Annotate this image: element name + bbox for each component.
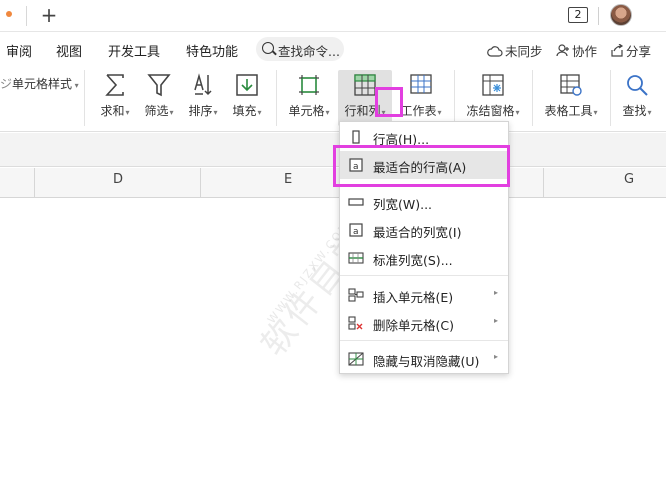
freeze-panes-label: 冻结窗格 xyxy=(466,104,515,118)
collaborate-icon xyxy=(556,44,569,57)
column-header-d[interactable]: D xyxy=(113,172,123,187)
insert-cells-icon xyxy=(348,288,364,302)
worksheet-label: 工作表 xyxy=(400,104,437,118)
title-divider xyxy=(598,7,599,25)
menu-item-label: 删除单元格(C) xyxy=(373,318,454,333)
column-divider xyxy=(200,168,201,198)
search-icon xyxy=(262,42,274,54)
cloud-sync-icon xyxy=(487,46,503,57)
sort-icon xyxy=(194,73,212,96)
ribbon-divider xyxy=(84,70,85,126)
highlight-box-autofit-row-height xyxy=(333,145,510,187)
filter-icon xyxy=(147,74,171,97)
fill-button[interactable]: 填充▾ xyxy=(226,70,268,126)
menu-item-label: 列宽(W)... xyxy=(373,197,433,212)
command-search-input[interactable]: 查找命令... xyxy=(256,37,344,61)
filter-label: 筛选 xyxy=(144,104,169,118)
column-width-icon xyxy=(348,198,364,206)
menu-divider xyxy=(340,275,508,276)
sync-status-button[interactable]: 未同步 xyxy=(487,41,543,60)
title-bar: + 2 xyxy=(0,0,666,32)
tab-divider xyxy=(26,6,27,26)
new-tab-button[interactable]: + xyxy=(38,3,60,27)
ribbon-divider xyxy=(454,70,455,126)
worksheet-grid[interactable] xyxy=(0,199,666,504)
worksheet-icon xyxy=(410,74,432,94)
cell-label: 单元格 xyxy=(288,104,325,118)
avatar[interactable] xyxy=(610,4,632,26)
menu-item-autofit-column-width[interactable]: a 最适合的列宽(I) xyxy=(340,216,508,244)
find-icon xyxy=(627,75,648,96)
share-label: 分享 xyxy=(626,44,652,59)
menu-divider xyxy=(340,340,508,341)
sync-status-label: 未同步 xyxy=(505,44,543,59)
menu-item-insert-cells[interactable]: 插入单元格(E) ▸ xyxy=(340,281,508,309)
sum-label: 求和 xyxy=(100,104,125,118)
column-header-e[interactable]: E xyxy=(284,172,292,187)
freeze-panes-button[interactable]: 冻结窗格▾ xyxy=(462,70,524,126)
fill-label: 填充 xyxy=(232,104,257,118)
tab-modified-dot-icon xyxy=(6,11,12,17)
find-button[interactable]: 查找▾ xyxy=(616,70,658,126)
sum-icon xyxy=(105,74,124,96)
column-header-g[interactable]: G xyxy=(624,172,634,187)
cell-icon xyxy=(299,75,319,95)
menu-item-label: 隐藏与取消隐藏(U) xyxy=(373,354,480,369)
menu-item-label: 标准列宽(S)... xyxy=(373,253,453,268)
menu-item-label: 最适合的列宽(I) xyxy=(373,225,462,240)
menu-item-hide-unhide[interactable]: 隐藏与取消隐藏(U) ▸ xyxy=(340,345,508,373)
fill-icon xyxy=(236,74,258,96)
share-icon xyxy=(611,43,624,57)
row-height-icon xyxy=(352,130,360,144)
delete-cells-icon xyxy=(348,316,363,330)
menu-item-column-width[interactable]: 列宽(W)... xyxy=(340,188,508,216)
table-tools-button[interactable]: 表格工具▾ xyxy=(540,70,602,126)
ribbon-divider xyxy=(532,70,533,126)
command-search-placeholder: 查找命令... xyxy=(278,44,340,59)
filter-button[interactable]: 筛选▾ xyxy=(138,70,180,126)
cell-style-button[interactable]: ジ单元格样式 ▾ xyxy=(0,75,79,92)
hide-unhide-icon xyxy=(348,352,364,366)
sort-label: 排序 xyxy=(188,104,213,118)
sum-button[interactable]: 求和▾ xyxy=(94,70,136,126)
collaborate-label: 协作 xyxy=(572,44,598,59)
submenu-arrow-icon: ▸ xyxy=(493,316,498,325)
menu-special-features[interactable]: 特色功能 xyxy=(186,41,238,60)
collaborate-button[interactable]: 协作 xyxy=(556,41,597,60)
find-label: 查找 xyxy=(622,104,647,118)
freeze-panes-icon xyxy=(482,74,504,96)
worksheet-button[interactable]: 工作表▾ xyxy=(396,70,446,126)
cell-button[interactable]: 单元格▾ xyxy=(284,70,334,126)
cell-style-label: 单元格样式 xyxy=(12,77,73,91)
column-divider xyxy=(543,168,544,198)
ribbon-divider xyxy=(276,70,277,126)
share-button[interactable]: 分享 xyxy=(610,41,651,60)
sort-button[interactable]: 排序▾ xyxy=(182,70,224,126)
menu-item-delete-cells[interactable]: 删除单元格(C) ▸ xyxy=(340,309,508,337)
submenu-arrow-icon: ▸ xyxy=(493,352,498,361)
window-count-badge[interactable]: 2 xyxy=(568,7,588,23)
menu-item-label: 插入单元格(E) xyxy=(373,290,454,305)
table-tools-label: 表格工具 xyxy=(544,104,593,118)
submenu-arrow-icon: ▸ xyxy=(493,288,498,297)
svg-text:a: a xyxy=(353,227,359,237)
highlight-box-caret xyxy=(375,87,403,117)
standard-column-width-icon xyxy=(348,252,364,264)
table-tools-icon xyxy=(560,74,582,96)
column-divider xyxy=(34,168,35,198)
menu-developer-tools[interactable]: 开发工具 xyxy=(108,41,160,60)
menu-item-standard-column-width[interactable]: 标准列宽(S)... xyxy=(340,244,508,272)
ribbon-divider xyxy=(610,70,611,126)
menu-review[interactable]: 审阅 xyxy=(6,41,32,60)
autofit-column-width-icon: a xyxy=(349,223,363,237)
menu-view[interactable]: 视图 xyxy=(56,41,82,60)
